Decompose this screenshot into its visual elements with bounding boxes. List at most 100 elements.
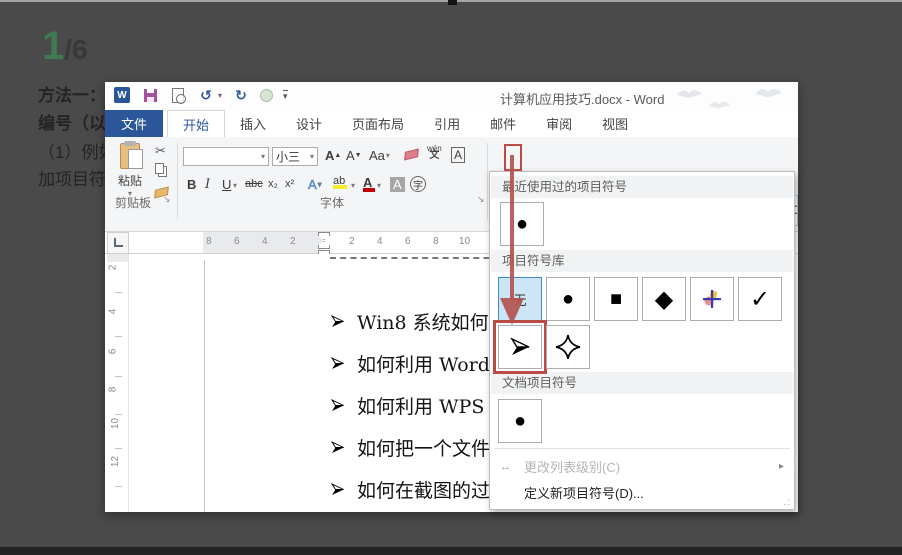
redo-icon[interactable]: ↻ <box>232 86 250 104</box>
bullet-tile-check-mark-bullet[interactable]: ✓ <box>738 277 782 321</box>
tab-5[interactable]: 邮件 <box>475 110 531 137</box>
hanging-indent-marker[interactable] <box>318 241 330 249</box>
clipboard-icon <box>120 143 140 169</box>
section-header-recent: 最近使用过的项目符号 <box>491 176 793 198</box>
undo-icon[interactable]: ↺ <box>197 86 215 104</box>
ruler-number: 10 <box>110 418 121 429</box>
italic-button[interactable]: I <box>205 177 210 192</box>
ruler-number: 8 <box>206 236 212 247</box>
ruler-number: 6 <box>107 349 118 355</box>
change-case-button[interactable]: Aa▾ <box>369 148 390 163</box>
ruler-number: 8 <box>107 387 118 393</box>
menu-item-define-new-bullet[interactable]: 定义新项目符号(D)... <box>492 480 792 505</box>
change-list-level-icon: ↔ <box>500 461 520 473</box>
bullet-tile-filled-circle-bullet[interactable]: ● <box>546 277 590 321</box>
background-text-line: 编号（以 <box>38 109 106 131</box>
tab-7[interactable]: 视图 <box>587 110 643 137</box>
bullet-tile-filled-square-bullet[interactable]: ■ <box>594 277 638 321</box>
bullet-glyph: ◆ <box>655 285 673 314</box>
document-text: 如何把一个文件 <box>357 434 490 461</box>
bullet-glyph: ● <box>562 288 574 311</box>
chevron-down-icon[interactable]: ▾ <box>377 181 381 190</box>
clear-formatting-icon[interactable] <box>405 150 418 159</box>
text-boundary-top <box>330 257 510 259</box>
page-indicator: 1/6 <box>42 24 88 69</box>
strikethrough-button[interactable]: abc <box>245 178 263 190</box>
tab-active-0[interactable]: 开始 <box>167 110 225 137</box>
record-circle-icon[interactable] <box>260 89 273 102</box>
bold-button[interactable]: B <box>187 177 196 192</box>
bullet-tile-filled-diamond-bullet[interactable]: ◆ <box>642 277 686 321</box>
copy-icon[interactable] <box>155 163 164 177</box>
clipboard-dialog-launcher-icon[interactable]: ↘ <box>163 194 171 205</box>
bullet-tile-colored-clover-bullet[interactable] <box>690 277 734 321</box>
bullet-tile-filled-circle-bullet[interactable]: ● <box>500 202 544 246</box>
menu-item-change-list-level[interactable]: ↔更改列表级别(C)▸ <box>492 454 792 479</box>
word-logo-icon[interactable]: W <box>113 86 131 104</box>
quick-access-toolbar: W ↺▾ ↻ ▾ <box>113 86 288 104</box>
shrink-font-button[interactable]: A▼ <box>346 148 362 163</box>
text-effects-button[interactable]: A▾ <box>308 177 322 192</box>
character-border-button[interactable]: A <box>451 147 465 163</box>
colored-clover-bullet-icon <box>701 288 723 310</box>
font-name-combo[interactable]: ▾ <box>183 147 269 166</box>
first-line-indent-marker[interactable] <box>318 232 330 240</box>
chevron-down-icon[interactable]: ▾ <box>233 181 237 190</box>
four-pointed-star-icon <box>555 334 581 360</box>
highlight-button[interactable]: ab <box>333 175 347 189</box>
ruler-number: 2 <box>349 236 355 247</box>
bird-decoration-icon <box>753 84 783 102</box>
grow-font-button[interactable]: A▲ <box>325 148 341 163</box>
chevron-down-icon[interactable]: ▾ <box>351 181 355 190</box>
tab-strip: 开始插入设计页面布局引用邮件审阅视图 <box>167 110 643 137</box>
resize-grip[interactable]: .: <box>783 497 791 508</box>
tab-2[interactable]: 设计 <box>281 110 337 137</box>
ruler-number: 2 <box>290 236 296 247</box>
clipboard-group-label: 剪贴板 <box>115 194 151 211</box>
bullet-tile-filled-circle-bullet[interactable]: ● <box>498 399 542 443</box>
bullet-glyph: ● <box>516 213 528 236</box>
ruler-number: 6 <box>405 236 411 247</box>
tab-selector[interactable] <box>107 232 129 254</box>
tab-1[interactable]: 插入 <box>225 110 281 137</box>
arrowhead-bullet-icon <box>330 398 345 413</box>
paste-label: 粘贴 <box>113 172 147 189</box>
phonetic-guide-button[interactable]: wén文 <box>427 145 442 159</box>
tab-3[interactable]: 页面布局 <box>337 110 419 137</box>
document-bullet-line: 如何把一个文件 <box>330 434 490 461</box>
tab-6[interactable]: 审阅 <box>531 110 587 137</box>
save-icon[interactable] <box>141 86 159 104</box>
chevron-down-icon[interactable]: ▾ <box>261 152 265 161</box>
section-header-document: 文档项目符号 <box>491 372 793 394</box>
document-text: 如何在截图的过 <box>357 476 490 503</box>
window-title: 计算机应用技巧.docx - Word <box>500 89 664 108</box>
font-dialog-launcher-icon[interactable]: ↘ <box>477 194 485 205</box>
customize-qat-icon[interactable]: ▾ <box>283 90 288 100</box>
font-size-combo[interactable]: 小三▾ <box>272 147 318 166</box>
chevron-down-icon[interactable]: ▾ <box>310 152 314 161</box>
ruler-number: 4 <box>262 236 268 247</box>
subscript-button[interactable]: x₂ <box>268 178 278 190</box>
font-color-button[interactable]: A <box>363 175 375 192</box>
cut-icon[interactable]: ✂ <box>155 143 166 159</box>
arrowhead-bullet-icon <box>509 336 531 358</box>
arrowhead-bullet-icon <box>330 440 345 455</box>
undo-dropdown-icon[interactable]: ▾ <box>218 91 222 100</box>
document-bullet-line: 如何利用 WPS 发 <box>330 392 509 419</box>
character-shading-button[interactable]: A <box>390 177 405 192</box>
background-text-line: 加项目符号 <box>38 165 106 187</box>
tab-file[interactable]: 文件 <box>105 110 163 137</box>
bullet-tile-four-pointed-star-bullet[interactable] <box>546 325 590 369</box>
underline-button[interactable]: U <box>222 177 231 192</box>
bullet-tile-arrowhead-bullet[interactable] <box>498 325 542 369</box>
ruler-number: 4 <box>377 236 383 247</box>
print-preview-icon[interactable] <box>169 86 187 104</box>
ruler-number: 4 <box>107 309 118 315</box>
ruler-tick <box>115 292 122 293</box>
bottom-dark-band <box>0 547 902 555</box>
enclose-characters-button[interactable]: 字 <box>410 176 426 192</box>
document-text: 如何利用 WPS 发 <box>357 392 509 419</box>
tab-4[interactable]: 引用 <box>419 110 475 137</box>
page-current: 1 <box>42 24 64 68</box>
superscript-button[interactable]: x² <box>285 178 294 190</box>
